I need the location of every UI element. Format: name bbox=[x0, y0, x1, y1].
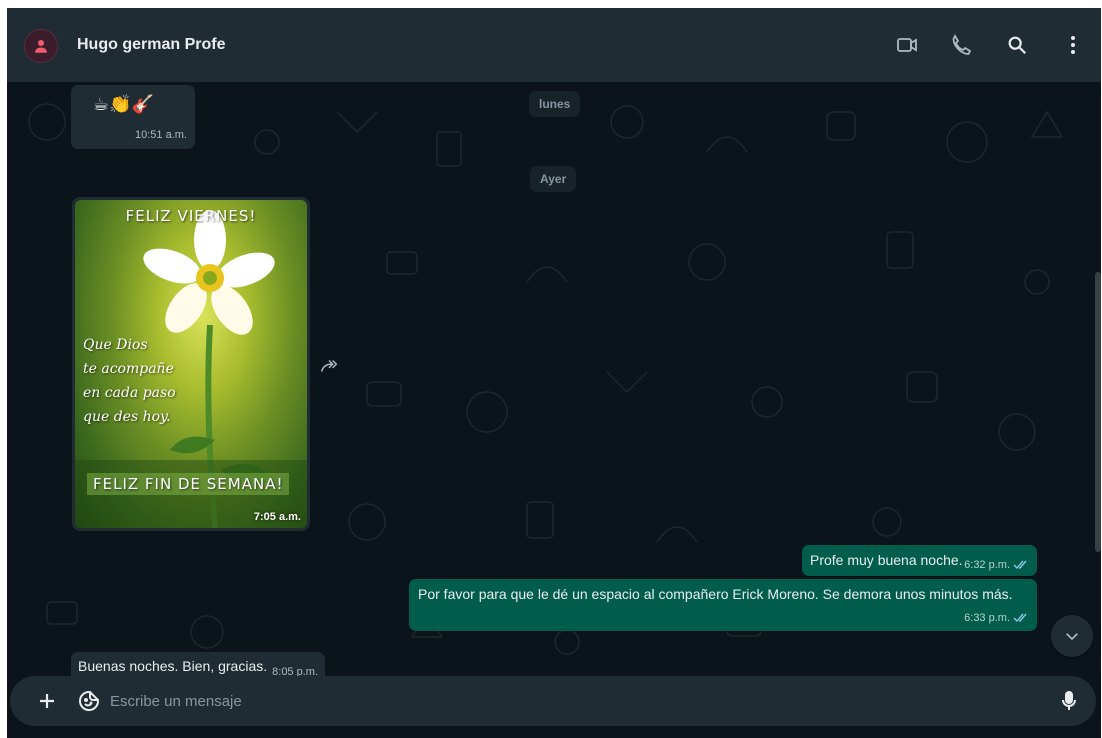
message-composer[interactable] bbox=[10, 676, 1096, 726]
message-time: 10:51 a.m. bbox=[135, 129, 187, 141]
menu-icon[interactable] bbox=[1061, 33, 1085, 57]
image-quote-line: te acompañe bbox=[83, 361, 174, 377]
message-incoming[interactable]: Buenas noches. Bien, gracias. 8:05 p.m. bbox=[71, 652, 325, 676]
avatar[interactable] bbox=[24, 29, 58, 63]
contact-name[interactable]: Hugo german Profe bbox=[77, 36, 225, 54]
image-quote: Que Dios te acompañe en cada paso que de… bbox=[83, 333, 176, 429]
message-text: Buenas noches. Bien, gracias. bbox=[78, 658, 268, 674]
avatar-icon bbox=[35, 40, 47, 53]
read-receipt-icon bbox=[1013, 560, 1027, 570]
date-separator: lunes bbox=[529, 91, 581, 117]
image-quote-line: que des hoy. bbox=[83, 409, 171, 425]
search-icon[interactable] bbox=[1005, 33, 1029, 57]
image-caption-bottom: FELIZ FIN DE SEMANA! bbox=[87, 473, 290, 495]
forward-icon[interactable] bbox=[318, 355, 340, 377]
message-text: Por favor para que le dé un espacio al c… bbox=[418, 586, 1013, 602]
composer-bar bbox=[7, 676, 1101, 738]
message-image[interactable]: FELIZ VIERNES! Que Dios te acompañe en c… bbox=[72, 197, 310, 531]
message-emoji: ☕👏🎸 bbox=[93, 94, 154, 114]
whatsapp-window: Hugo german Profe ☕👏🎸 10:51 a.m. lunes A… bbox=[7, 8, 1101, 738]
message-time: 6:33 p.m. bbox=[964, 612, 1010, 624]
message-meta: 6:32 p.m. bbox=[964, 559, 1029, 571]
sticker-icon bbox=[79, 691, 99, 711]
chevron-down-icon bbox=[1066, 633, 1078, 641]
video-call-icon[interactable] bbox=[895, 33, 919, 57]
voice-message-button[interactable] bbox=[1057, 689, 1081, 713]
message-time: 7:05 a.m. bbox=[253, 511, 301, 523]
message-text: Profe muy buena noche. bbox=[810, 552, 963, 568]
date-separator: Ayer bbox=[530, 166, 577, 192]
emoji-button[interactable] bbox=[77, 689, 101, 713]
image-quote-line: en cada paso bbox=[83, 385, 176, 401]
message-time: 8:05 p.m. bbox=[272, 666, 318, 676]
message-meta: 6:33 p.m. bbox=[964, 612, 1029, 624]
scroll-to-bottom-button[interactable] bbox=[1051, 615, 1093, 657]
message-outgoing[interactable]: Por favor para que le dé un espacio al c… bbox=[409, 579, 1037, 631]
microphone-icon bbox=[1062, 691, 1076, 710]
image-quote-line: Que Dios bbox=[83, 337, 148, 353]
image-card[interactable]: FELIZ VIERNES! Que Dios te acompañe en c… bbox=[75, 200, 307, 528]
message-outgoing[interactable]: Profe muy buena noche. 6:32 p.m. bbox=[802, 545, 1037, 576]
message-input[interactable] bbox=[110, 690, 1010, 712]
voice-call-icon[interactable] bbox=[949, 33, 973, 57]
chat-header[interactable]: Hugo german Profe bbox=[7, 8, 1101, 82]
attach-button[interactable] bbox=[35, 689, 59, 713]
message-list[interactable]: ☕👏🎸 10:51 a.m. lunes Ayer FELIZ VIERNES!… bbox=[7, 82, 1101, 676]
plus-icon bbox=[40, 694, 54, 708]
read-receipt-icon bbox=[1013, 613, 1027, 623]
message-incoming[interactable]: ☕👏🎸 10:51 a.m. bbox=[71, 85, 195, 149]
message-time: 6:32 p.m. bbox=[964, 559, 1010, 571]
scrollbar[interactable] bbox=[1095, 272, 1101, 552]
image-caption-top: FELIZ VIERNES! bbox=[125, 207, 257, 225]
